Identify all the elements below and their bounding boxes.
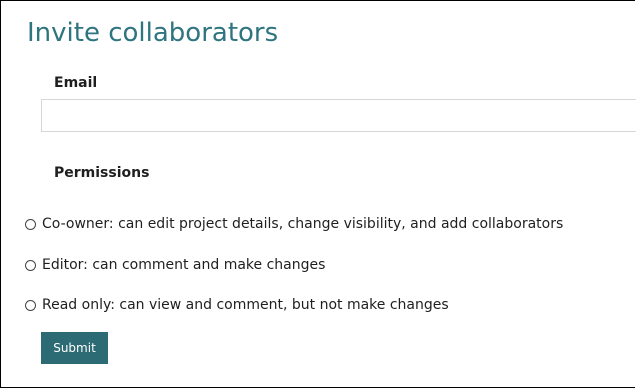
co-owner-radio[interactable]	[25, 218, 36, 230]
permissions-label: Permissions	[54, 165, 150, 181]
email-label: Email	[54, 75, 98, 91]
co-owner-label: Co-owner: can edit project details, chan…	[42, 216, 564, 232]
read-only-label: Read only: can view and comment, but not…	[42, 297, 449, 313]
permission-option-read-only[interactable]: Read only: can view and comment, but not…	[25, 295, 449, 315]
page-title: Invite collaborators	[27, 18, 279, 48]
invite-collaborators-form: Invite collaborators Email Permissions C…	[0, 0, 636, 388]
email-input[interactable]	[41, 99, 636, 132]
editor-radio[interactable]	[25, 259, 36, 271]
permission-option-co-owner[interactable]: Co-owner: can edit project details, chan…	[25, 214, 563, 234]
read-only-radio[interactable]	[25, 299, 36, 311]
submit-button[interactable]: Submit	[41, 332, 108, 364]
editor-label: Editor: can comment and make changes	[42, 257, 326, 273]
permission-option-editor[interactable]: Editor: can comment and make changes	[25, 255, 325, 275]
